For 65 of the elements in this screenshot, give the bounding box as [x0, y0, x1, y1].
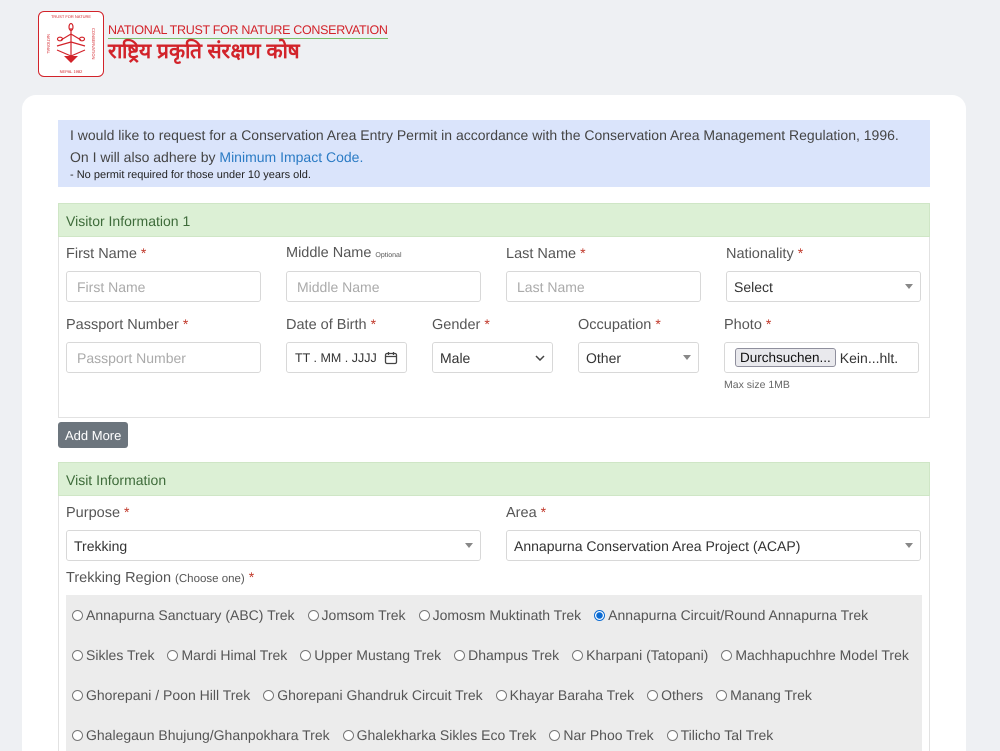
required-asterisk: * — [248, 569, 254, 585]
help-text: Max size 1MB — [724, 379, 791, 391]
radio-label[interactable]: Nar Phoo Trek — [563, 727, 654, 743]
field-label: Nationality — [726, 246, 794, 262]
radio-label[interactable]: Dhampus Trek — [468, 647, 560, 663]
radio-label[interactable]: Annapurna Circuit/Round Annapurna Trek — [608, 607, 868, 623]
field-label: Area — [506, 505, 537, 521]
required-asterisk: * — [655, 316, 661, 332]
text-field[interactable]: Passport Number — [66, 342, 261, 373]
radio-label[interactable]: Kharpani (Tatopani) — [586, 647, 708, 663]
section-header: Visitor Information 1 — [58, 203, 930, 237]
radio-label[interactable]: Ghorepani Ghandruk Circuit Trek — [277, 687, 483, 703]
required-asterisk: * — [140, 245, 146, 261]
dropdown[interactable]: Other — [578, 342, 699, 373]
file-field[interactable]: Durchsuchen... Kein...hlt. — [724, 342, 919, 373]
notice-text: I would like to request for a Conservation Area Entry Permit in accordance with the Conservation Area Management Regulation, 1996. On I will also adhere by Minimum Impact Code. — [70, 126, 900, 167]
field-label: First Name — [66, 246, 137, 262]
org-name-nepali: राष्ट्रिय प्रकृति संरक्षण कोष — [108, 39, 302, 65]
org-name: NATIONAL TRUST FOR NATURE CONSERVATION — [108, 23, 388, 39]
field-label: Date of Birth — [286, 317, 367, 333]
field-label: Photo — [724, 317, 762, 333]
date-field[interactable]: TT . MM . JJJJ — [286, 342, 407, 373]
radio-label[interactable]: Tilicho Tal Trek — [680, 727, 774, 743]
field-label: Passport Number — [66, 317, 179, 333]
field-label: Trekking Region — [66, 570, 172, 586]
field-label: Purpose — [66, 505, 120, 521]
add-more-button[interactable]: Add More — [58, 422, 128, 448]
required-asterisk: * — [370, 316, 376, 332]
text-field[interactable]: Middle Name — [286, 271, 481, 302]
text-field[interactable]: First Name — [66, 271, 261, 302]
notice-note: - No permit required for those under 10 years old. — [70, 169, 312, 181]
required-asterisk: * — [798, 245, 804, 261]
radio-label[interactable]: Ghalekharka Sikles Eco Trek — [356, 727, 536, 743]
required-asterisk: * — [580, 245, 586, 261]
dropdown[interactable]: Select — [726, 271, 921, 302]
file-name: Kein...hlt. — [840, 350, 898, 366]
radio-label[interactable]: Khayar Baraha Trek — [510, 687, 634, 703]
browse-button[interactable]: Durchsuchen... — [735, 348, 836, 367]
choose-hint: (Choose one) — [175, 573, 245, 585]
required-asterisk: * — [766, 316, 772, 332]
radio-label[interactable]: Annapurna Sanctuary (ABC) Trek — [86, 607, 295, 623]
radio-label[interactable]: Others — [661, 687, 704, 703]
field-label: Last Name — [506, 246, 576, 262]
minimum-impact-code-link[interactable]: Minimum Impact Code. — [219, 149, 364, 165]
section-header: Visit Information — [58, 462, 930, 496]
field-label: Occupation — [578, 317, 652, 333]
field-label: Middle Name — [286, 245, 372, 261]
dropdown[interactable]: Trekking — [66, 530, 481, 561]
radio-label[interactable]: Jomsom Trek — [322, 607, 406, 623]
radio-label[interactable]: Upper Mustang Trek — [314, 647, 442, 663]
required-asterisk: * — [484, 316, 490, 332]
select-field[interactable]: Male — [432, 342, 553, 373]
radio-label[interactable]: Ghalegaun Bhujung/Ghanpokhara Trek — [86, 727, 330, 743]
required-asterisk: * — [182, 316, 188, 332]
required-asterisk: * — [124, 504, 130, 520]
field-label: Gender — [432, 317, 480, 333]
radio-label[interactable]: Mardi Himal Trek — [181, 647, 288, 663]
text-field[interactable]: Last Name — [506, 271, 701, 302]
dropdown[interactable]: Annapurna Conservation Area Project (ACAP) — [506, 530, 921, 561]
radio-label[interactable]: Ghorepani / Poon Hill Trek — [86, 687, 250, 703]
radio-label[interactable]: Machhapuchhre Model Trek — [735, 647, 909, 663]
radio-label[interactable]: Sikles Trek — [86, 647, 154, 663]
radio-label[interactable]: Jomosm Muktinath Trek — [432, 607, 582, 623]
required-asterisk: * — [540, 504, 546, 520]
radio-label[interactable]: Manang Trek — [730, 687, 812, 703]
